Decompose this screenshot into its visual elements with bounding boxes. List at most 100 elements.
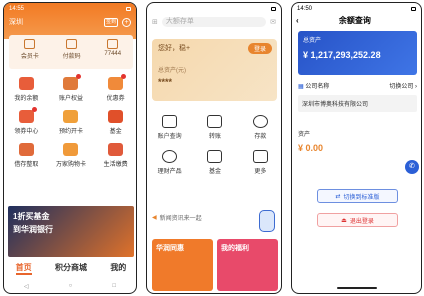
wallet-button[interactable]: 77444: [104, 39, 121, 69]
banner-line1: 1折买基金: [13, 212, 50, 221]
recent-nav-icon[interactable]: □: [112, 283, 116, 290]
balance-icon: [18, 77, 34, 90]
total-asset-card: 总资产 ¥ 1,217,293,252.28: [298, 31, 417, 75]
bottom-tabs: 首页 积分商城 我的: [4, 262, 136, 275]
tab-home[interactable]: 首页: [15, 262, 32, 275]
company-name: 深圳市博奥科技有限公司: [298, 95, 417, 112]
phone-screen-bank: ⊞ 大额存单 ✉ 您好，稳+ 登录 总资产(元) **** 账户查询 转账 存款…: [146, 2, 282, 294]
tab-mine[interactable]: 我的: [110, 262, 126, 275]
battery-icon: [411, 6, 416, 11]
status-bar: 14:55: [4, 3, 136, 14]
status-bar: 14:50: [292, 3, 421, 14]
building-icon: ▦: [298, 84, 304, 90]
assistant-robot-icon[interactable]: [259, 210, 275, 232]
scan-icon[interactable]: ⊞: [152, 18, 158, 26]
piggy-icon: [252, 115, 268, 128]
home-nav-icon[interactable]: ○: [69, 283, 73, 290]
service-grid: 账户查询 转账 存款 理财产品 基金 更多: [147, 115, 281, 175]
battery-icon: [126, 6, 131, 11]
card-icon: [63, 110, 79, 123]
net-asset-section: 资产 ¥ 0.00: [298, 129, 417, 153]
status-bar: [147, 3, 281, 14]
grid-item-bills[interactable]: 生活缴费: [93, 143, 136, 168]
asset-card: 您好，稳+ 登录 总资产(元) ****: [152, 39, 277, 101]
rights-icon: [63, 74, 82, 90]
phone-screen-balance: 14:50 ‹ 余额查询 总资产 ¥ 1,217,293,252.28 ▦ 公司…: [291, 2, 422, 294]
sign-in-button[interactable]: 签到: [104, 17, 118, 27]
phone-call-icon[interactable]: ✆: [405, 160, 419, 174]
asset-value: ****: [158, 77, 173, 87]
grid-item-balance[interactable]: 我的余额: [4, 77, 49, 102]
deposit-icon: [18, 143, 34, 156]
net-asset-value: ¥ 0.00: [298, 143, 324, 153]
more-icon: [252, 150, 268, 163]
grid-item-coupon[interactable]: 优惠券: [93, 74, 136, 102]
grid-item-fund[interactable]: 基金: [192, 150, 237, 175]
badge-dot: [121, 74, 127, 79]
qr-icon: [66, 39, 78, 49]
promo-cards: 华润同惠 我的福利: [152, 239, 278, 291]
status-time: 14:50: [297, 5, 313, 12]
transfer-icon: [207, 115, 223, 128]
fund-icon: [207, 150, 223, 163]
gift-card-icon: [63, 143, 79, 156]
message-icon[interactable]: ✉: [270, 18, 276, 26]
status-time: 14:55: [9, 5, 25, 12]
coupon-icon: [108, 74, 127, 90]
grid-item-wealth[interactable]: 理财产品: [147, 150, 192, 175]
badge-dot: [31, 107, 37, 112]
total-asset-value: ¥ 1,217,293,252.28: [303, 50, 381, 60]
promo-card-1[interactable]: 华润同惠: [152, 239, 213, 291]
quick-card: 会员卡 付款码 77444: [9, 35, 133, 69]
promo-card-2[interactable]: 我的福利: [217, 239, 278, 291]
speaker-icon: ◀: [152, 215, 157, 221]
wealth-icon: [162, 150, 178, 163]
grid-item-rights[interactable]: 账户权益: [49, 74, 94, 102]
switch-icon: ⇄: [335, 193, 341, 200]
ticket-icon: [18, 107, 37, 123]
member-card-button[interactable]: 会员卡: [21, 39, 39, 69]
battery-icon: [271, 6, 276, 11]
phone-screen-home: 14:55 深圳 签到 + 会员卡 付款码 77444 我的余额 账户权益 优惠…: [3, 2, 137, 294]
grid-item-shopping-card[interactable]: 万家购物卡: [49, 143, 94, 168]
grid-item-coupon-center[interactable]: 领券中心: [4, 107, 49, 135]
wallet-icon: [107, 39, 119, 49]
total-asset-label: 总资产: [303, 38, 322, 44]
location-selector[interactable]: 深圳: [9, 17, 23, 27]
logout-icon: ⏏: [341, 217, 347, 224]
company-label: 公司名称: [305, 84, 330, 90]
system-nav: ◁ ○ □: [4, 283, 136, 290]
chevron-right-icon: ›: [415, 84, 417, 90]
home-header: 14:55 深圳 签到 +: [4, 3, 136, 39]
bill-icon: [108, 143, 124, 156]
chart-icon: [108, 110, 124, 123]
net-asset-label: 资产: [298, 132, 311, 138]
card-icon: [24, 39, 36, 49]
nav-bar: ‹ 余额查询: [292, 14, 421, 26]
tab-mall[interactable]: 积分商城: [55, 262, 87, 275]
grid-item-transfer[interactable]: 转账: [192, 115, 237, 140]
switch-company-link[interactable]: 切换公司 ›: [389, 81, 417, 90]
pay-code-button[interactable]: 付款码: [63, 39, 81, 69]
grid-item-deposit[interactable]: 借存整取: [4, 143, 49, 168]
status-icons: [126, 6, 131, 11]
banner-line2: 到华润银行: [13, 225, 53, 234]
grid-item-fund[interactable]: 基金: [93, 110, 136, 135]
add-icon[interactable]: +: [122, 17, 131, 27]
search-row: ⊞ 大额存单 ✉: [147, 14, 281, 30]
grid-item-account[interactable]: 账户查询: [147, 115, 192, 140]
grid-item-open-card[interactable]: 预约开卡: [49, 110, 94, 135]
grid-item-more[interactable]: 更多: [238, 150, 281, 175]
login-button[interactable]: 登录: [247, 43, 272, 54]
asset-label: 总资产(元): [158, 68, 186, 74]
company-section: ▦ 公司名称 切换公司 › 深圳市博奥科技有限公司: [298, 81, 417, 112]
promo-banner[interactable]: 1折买基金 到华润银行: [8, 206, 134, 257]
logout-button[interactable]: ⏏ 退出登录: [317, 213, 398, 227]
back-nav-icon[interactable]: ◁: [24, 283, 29, 290]
account-icon: [162, 115, 178, 128]
grid-item-savings[interactable]: 存款: [238, 115, 281, 140]
switch-standard-button[interactable]: ⇄ 切换到标准版: [317, 189, 398, 203]
home-indicator: [337, 287, 377, 289]
search-input[interactable]: 大额存单: [161, 17, 267, 27]
feature-grid: 我的余额 账户权益 优惠券 领券中心 预约开卡 基金 借存整取 万家购物卡 生活…: [4, 74, 136, 168]
